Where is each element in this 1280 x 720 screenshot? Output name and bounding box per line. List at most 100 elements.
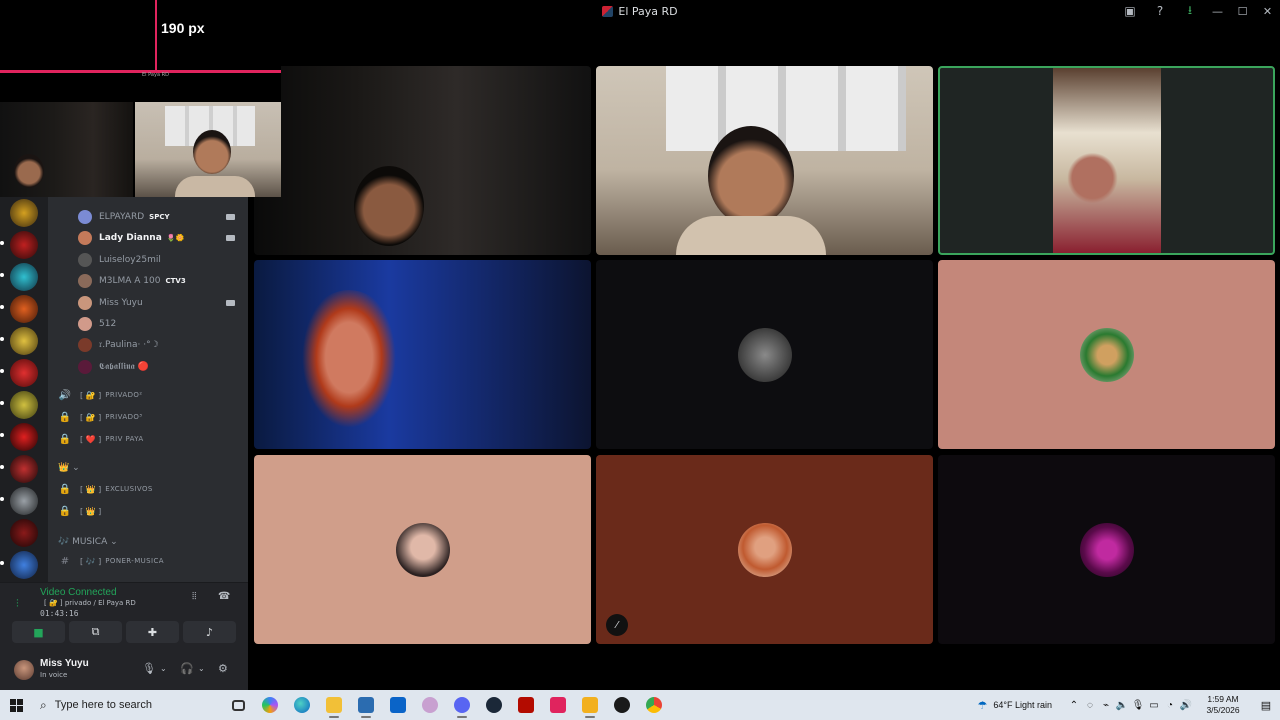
speaker-icon[interactable]: 🔈: [1114, 700, 1130, 711]
file-explorer-icon[interactable]: [318, 690, 350, 720]
app-tray-icon[interactable]: ◌: [1082, 700, 1098, 711]
channel-privado2[interactable]: 🔊 [ 🔐 ] privado²: [58, 385, 243, 405]
chevron-up-icon[interactable]: ⌃: [1066, 700, 1082, 711]
noise-suppression-icon[interactable]: ⦙⦙: [192, 591, 196, 602]
category-musica[interactable]: 🎶 MUSICA ⌄: [58, 537, 118, 547]
volume-icon[interactable]: 🔊: [1178, 700, 1194, 711]
channel-name: exclusivos: [105, 485, 153, 493]
microphone-icon[interactable]: 🎙: [142, 662, 156, 675]
chevron-down-icon[interactable]: ⌄: [160, 664, 167, 673]
voice-user[interactable]: M3LMA A 100 CTV3: [78, 271, 243, 291]
avatar: [395, 522, 450, 577]
person-face: [193, 130, 231, 174]
activities-button[interactable]: ✚: [126, 621, 179, 643]
wifi-icon[interactable]: ◔: [1162, 700, 1178, 711]
server-icon[interactable]: [10, 295, 38, 323]
voice-status[interactable]: Video Connected: [40, 587, 117, 598]
server-icon[interactable]: [10, 231, 38, 259]
channel-list: ELPAYARD SPCY Lady Dianna 🌷🌼 Luiseloy25mil M3…: [48, 197, 248, 582]
chevron-down-icon[interactable]: ⌄: [198, 664, 205, 673]
channel-poner-musica[interactable]: # [ 🎶 ] poner-musica: [58, 551, 243, 571]
video-tile[interactable]: [596, 66, 933, 255]
download-icon[interactable]: ⭳: [1175, 0, 1205, 22]
jerseys-image: [666, 66, 906, 151]
voice-channel-path[interactable]: [ 🔐 ] privado / El Paya RD: [44, 599, 136, 607]
category-crown[interactable]: 👑 ⌄: [58, 463, 80, 473]
discord-icon[interactable]: [446, 690, 478, 720]
voice-user[interactable]: 𝔯.Paulina· ·°☽: [78, 335, 243, 355]
voice-status-panel: ⫶ Video Connected [ 🔐 ] privado / El Pay…: [0, 582, 248, 648]
video-tile-speaking[interactable]: [938, 66, 1275, 255]
maximize-button[interactable]: ☐: [1230, 0, 1255, 22]
copilot-icon[interactable]: [254, 690, 286, 720]
rockstar-icon[interactable]: [574, 690, 606, 720]
channel-emoji: [ 👑 ]: [80, 484, 102, 494]
voice-user[interactable]: Miss Yuyu: [78, 293, 243, 313]
minimize-button[interactable]: —: [1205, 0, 1230, 22]
disconnect-icon[interactable]: ☎: [218, 591, 230, 602]
clock[interactable]: 1:59 AM 3/5/2026: [1194, 694, 1252, 716]
camera-button[interactable]: ■: [12, 621, 65, 643]
app-icon[interactable]: [414, 690, 446, 720]
voice-user[interactable]: ELPAYARD SPCY: [78, 207, 243, 227]
video-tile[interactable]: ⁄: [596, 455, 933, 644]
server-icon[interactable]: [10, 423, 38, 451]
voice-action-buttons: ■ ⧉ ✚ ♪: [12, 621, 236, 643]
channel-crown[interactable]: 🔒 [ 👑 ]: [58, 501, 243, 521]
notification-icon[interactable]: ▤: [1252, 699, 1280, 712]
adobe-icon[interactable]: [510, 690, 542, 720]
video-tile[interactable]: [254, 260, 591, 449]
obs-icon[interactable]: [606, 690, 638, 720]
video-tile[interactable]: [596, 260, 933, 449]
video-tile[interactable]: [938, 455, 1275, 644]
edge-icon[interactable]: [286, 690, 318, 720]
soundboard-button[interactable]: ♪: [183, 621, 236, 643]
channel-exclusivos[interactable]: 🔒 [ 👑 ] exclusivos: [58, 479, 243, 499]
unread-indicator: [0, 273, 4, 277]
server-icon[interactable]: [10, 263, 38, 291]
video-tile[interactable]: [254, 66, 591, 255]
server-icon[interactable]: [10, 199, 38, 227]
store-icon[interactable]: [350, 690, 382, 720]
avatar[interactable]: [14, 660, 34, 680]
channel-emoji: [ 🔐 ]: [80, 390, 102, 400]
shirt-image: [175, 176, 255, 197]
headphones-icon[interactable]: 🎧: [180, 662, 194, 675]
server-icon[interactable]: [10, 327, 38, 355]
server-icon[interactable]: [10, 455, 38, 483]
video-tile[interactable]: [254, 455, 591, 644]
taskbar-search[interactable]: ⌕ Type here to search: [32, 690, 222, 720]
tiktok-icon[interactable]: [542, 690, 574, 720]
voice-user[interactable]: 512: [78, 314, 243, 334]
help-icon[interactable]: ?: [1145, 0, 1175, 22]
server-icon[interactable]: [10, 391, 38, 419]
close-button[interactable]: ✕: [1255, 0, 1280, 22]
channel-priv-paya[interactable]: 🔒 [ ❤️ ] priv paya: [58, 429, 243, 449]
category-label: 🎶 MUSICA ⌄: [58, 537, 118, 547]
username[interactable]: Miss Yuyu: [40, 658, 89, 669]
screen-share-button[interactable]: ⧉: [69, 621, 122, 643]
voice-user[interactable]: Lady Dianna 🌷🌼: [78, 228, 243, 248]
task-view-icon[interactable]: [222, 690, 254, 720]
start-button[interactable]: [0, 690, 32, 720]
voice-user[interactable]: Luiseloy25mil: [78, 250, 243, 270]
gear-icon[interactable]: ⚙: [218, 662, 228, 675]
microphone-icon[interactable]: 🎙: [1130, 700, 1146, 711]
server-icon[interactable]: [10, 551, 38, 579]
server-icon[interactable]: [10, 519, 38, 547]
battery-icon[interactable]: ▭: [1146, 700, 1162, 711]
steam-icon[interactable]: [478, 690, 510, 720]
server-icon[interactable]: [10, 487, 38, 515]
chrome-icon[interactable]: [638, 690, 670, 720]
video-camera-icon: [226, 235, 235, 242]
video-tile[interactable]: [938, 260, 1275, 449]
channel-privado3[interactable]: 🔒 [ 🔐 ] privado³: [58, 407, 243, 427]
signal-icon[interactable]: ⫶: [16, 597, 19, 611]
network-icon[interactable]: ⌁: [1098, 700, 1114, 711]
person-face: [354, 166, 424, 246]
inbox-icon[interactable]: ▣: [1115, 0, 1145, 22]
voice-user[interactable]: 𝕮𝖆𝖇𝖆𝖑𝖑𝖎𝖚𝖆 🔴: [78, 357, 243, 377]
outlook-icon[interactable]: [382, 690, 414, 720]
server-icon[interactable]: [10, 359, 38, 387]
weather-widget[interactable]: ☂ 64°F Light rain: [977, 699, 1052, 712]
